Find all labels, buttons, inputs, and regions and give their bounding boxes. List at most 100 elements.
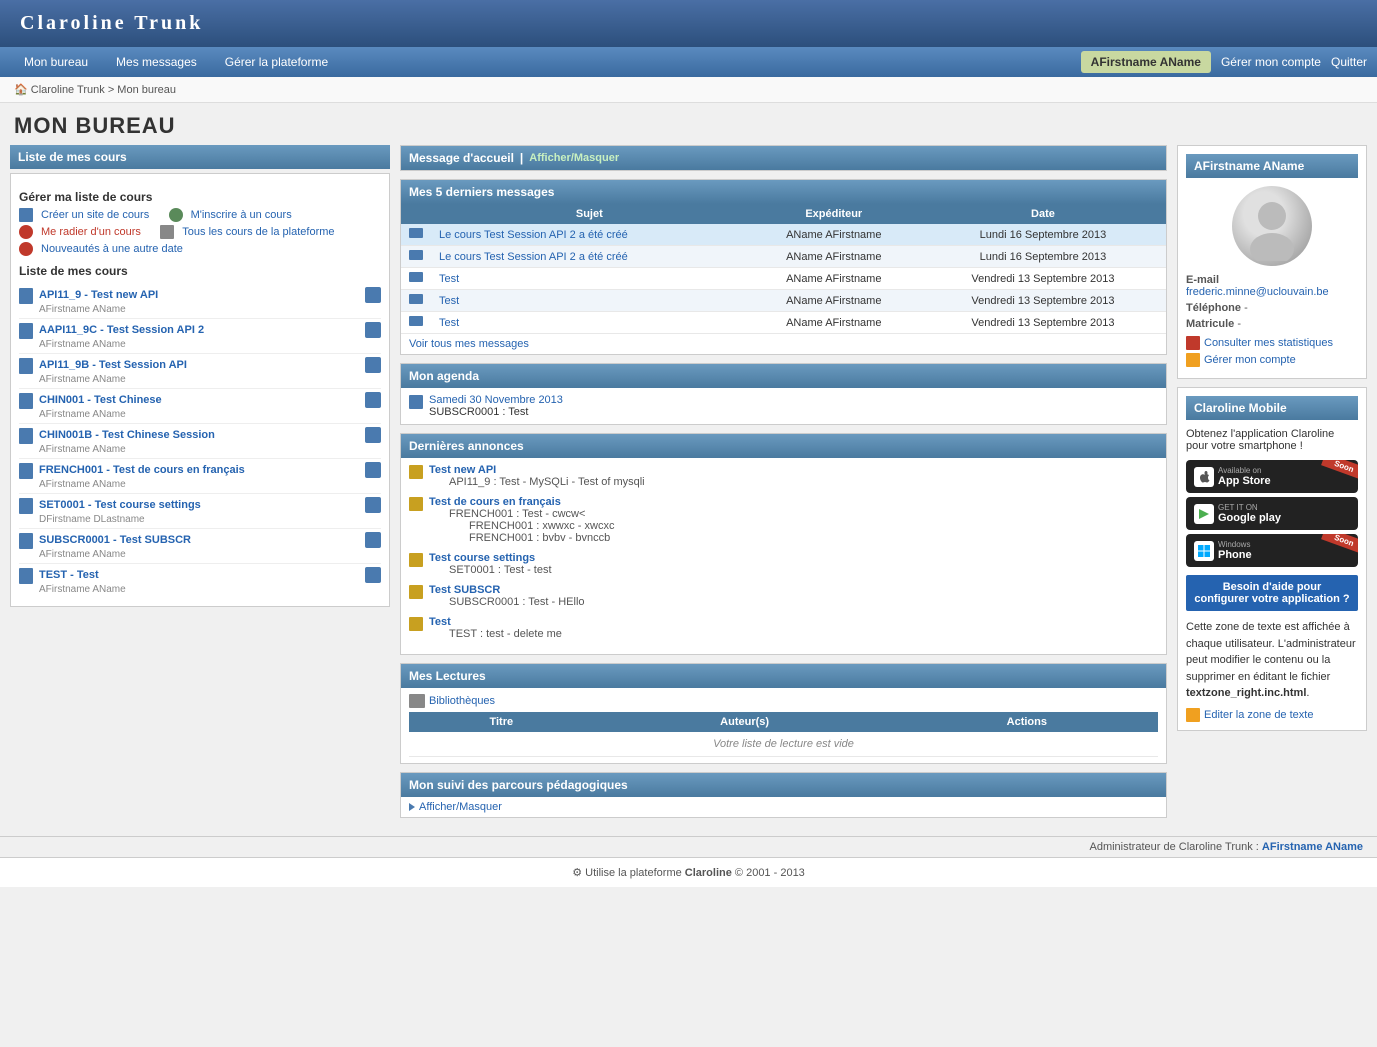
msg-subject-link-1[interactable]: Le cours Test Session API 2 a été créé (439, 251, 628, 263)
nav-left: Mon bureau Mes messages Gérer la platefo… (10, 47, 342, 77)
annonces-label: Dernières annonces (409, 439, 524, 453)
email-row: E-mail frederic.minne@uclouvain.be (1186, 274, 1358, 298)
msg-subject-link-4[interactable]: Test (439, 317, 459, 329)
see-all-messages: Voir tous mes messages (401, 334, 1166, 354)
nav-mes-messages[interactable]: Mes messages (102, 47, 211, 77)
course-title-4[interactable]: CHIN001B - Test Chinese Session (39, 429, 215, 441)
annonce-detail-3-0: SUBSCR0001 : Test - HEllo (449, 596, 585, 608)
msg-date-4: Vendredi 13 Septembre 2013 (920, 312, 1166, 334)
google-play-badge[interactable]: GET IT ON Google play (1186, 497, 1358, 530)
course-action-btn-3[interactable] (365, 392, 381, 408)
red-icon (19, 225, 33, 239)
course-action-btn-7[interactable] (365, 532, 381, 548)
msg-sender-2: AName AFirstname (748, 268, 920, 290)
user-card: AFirstname AName E-mail frederic.minne@u… (1177, 145, 1367, 379)
annonces-box: Dernières annonces Test new API API11_9 … (400, 433, 1167, 655)
toggle-link[interactable]: Afficher/Masquer (529, 152, 619, 164)
course-title-2[interactable]: API11_9B - Test Session API (39, 359, 187, 371)
lectures-label: Mes Lectures (409, 669, 486, 683)
course-action-btn-6[interactable] (365, 497, 381, 513)
edit-zone-link[interactable]: Editer la zone de texte (1186, 708, 1358, 722)
annonce-detail-1-1: FRENCH001 : xwwxc - xwcxc (469, 520, 614, 532)
app-store-badge[interactable]: Available on App Store Soon (1186, 460, 1358, 493)
annonce-title-link-0[interactable]: Test new API (429, 464, 496, 476)
msg-date-0: Lundi 16 Septembre 2013 (920, 224, 1166, 246)
create-course-row: Créer un site de cours M'inscrire à un c… (19, 208, 381, 222)
app-header: Claroline Trunk (0, 0, 1377, 47)
msg-date-1: Lundi 16 Septembre 2013 (920, 246, 1166, 268)
msg-col-subject: Sujet (431, 204, 748, 224)
stats-link[interactable]: Consulter mes statistiques (1186, 336, 1358, 350)
welcome-header: Message d'accueil | Afficher/Masquer (401, 146, 1166, 170)
course-title-6[interactable]: SET0001 - Test course settings (39, 499, 201, 511)
course-action-btn-5[interactable] (365, 462, 381, 478)
course-action-btn-0[interactable] (365, 287, 381, 303)
course-actions-6 (365, 497, 381, 513)
annonce-item: Test new API API11_9 : Test - MySQLi - T… (409, 464, 1158, 488)
inscribe-link[interactable]: M'inscrire à un cours (191, 209, 292, 221)
course-title-3[interactable]: CHIN001 - Test Chinese (39, 394, 162, 406)
lectures-header: Mes Lectures (401, 664, 1166, 688)
msg-subject-link-3[interactable]: Test (439, 295, 459, 307)
nav-manage-account[interactable]: Gérer mon compte (1221, 55, 1321, 69)
annonce-title-link-3[interactable]: Test SUBSCR (429, 584, 500, 596)
account-link[interactable]: Gérer mon compte (1186, 353, 1358, 367)
msg-col-sender: Expéditeur (748, 204, 920, 224)
matricule-value: - (1237, 318, 1241, 330)
edit-zone-icon (1186, 708, 1200, 722)
lectures-table: Titre Auteur(s) Actions Votre liste de l… (409, 712, 1158, 757)
see-all-messages-link[interactable]: Voir tous mes messages (409, 338, 529, 350)
annonce-icon-0 (409, 465, 423, 479)
agenda-date-link-0[interactable]: Samedi 30 Novembre 2013 (429, 394, 563, 406)
course-owner-6: DFirstname DLastname (39, 514, 145, 525)
msg-subject-link-2[interactable]: Test (439, 273, 459, 285)
course-action-btn-2[interactable] (365, 357, 381, 373)
nav-gerer-plateforme[interactable]: Gérer la plateforme (211, 47, 342, 77)
breadcrumb-home-icon: 🏠 (14, 84, 28, 96)
course-title-5[interactable]: FRENCH001 - Test de cours en français (39, 464, 245, 476)
msg-subject-link-0[interactable]: Le cours Test Session API 2 a été créé (439, 229, 628, 241)
all-courses-link[interactable]: Tous les cours de la plateforme (182, 226, 334, 238)
bibliotheques-link[interactable]: Bibliothèques (409, 694, 1158, 708)
news-row: Nouveautés à une autre date (19, 242, 381, 256)
nav-mon-bureau[interactable]: Mon bureau (10, 47, 102, 77)
claroline-desc: Cette zone de texte est affichée à chaqu… (1186, 619, 1358, 702)
annonce-detail-0-0: API11_9 : Test - MySQLi - Test of mysqli (449, 476, 645, 488)
message-row: Test AName AFirstname Vendredi 13 Septem… (401, 312, 1166, 334)
course-icon-6 (19, 498, 33, 514)
msg-envelope-0 (401, 224, 431, 246)
agenda-item: Samedi 30 Novembre 2013 SUBSCR0001 : Tes… (401, 388, 1166, 424)
footer-admin-name[interactable]: AFirstname AName (1262, 841, 1363, 853)
course-title-0[interactable]: API11_9 - Test new API (39, 289, 158, 301)
phone-value: - (1244, 302, 1248, 314)
help-config-button[interactable]: Besoin d'aide pour configurer votre appl… (1186, 575, 1358, 611)
annonce-title-link-2[interactable]: Test course settings (429, 552, 535, 564)
windows-phone-badge[interactable]: Windows Phone Soon (1186, 534, 1358, 567)
app-store-text: Available on App Store (1218, 466, 1350, 487)
course-title-8[interactable]: TEST - Test (39, 569, 99, 581)
agenda-header: Mon agenda (401, 364, 1166, 388)
radier-link[interactable]: Me radier d'un cours (41, 226, 141, 238)
course-icon-7 (19, 533, 33, 549)
create-course-link[interactable]: Créer un site de cours (41, 209, 149, 221)
envelope-icon-0 (409, 228, 423, 238)
news-link[interactable]: Nouveautés à une autre date (41, 243, 183, 255)
agenda-icon-0 (409, 395, 423, 409)
course-item: SET0001 - Test course settings DFirstnam… (19, 494, 381, 529)
annonce-title-link-1[interactable]: Test de cours en français (429, 496, 561, 508)
course-title-1[interactable]: AAPI11_9C - Test Session API 2 (39, 324, 204, 336)
breadcrumb-claroline-trunk[interactable]: Claroline Trunk (31, 84, 105, 96)
course-title-7[interactable]: SUBSCR0001 - Test SUBSCR (39, 534, 191, 546)
suivi-toggle-link[interactable]: Afficher/Masquer (409, 801, 1158, 813)
course-action-btn-1[interactable] (365, 322, 381, 338)
nav-quit[interactable]: Quitter (1331, 55, 1367, 69)
course-actions-4 (365, 427, 381, 443)
course-info-7: SUBSCR0001 - Test SUBSCR AFirstname ANam… (19, 532, 191, 560)
manage-header: Gérer ma liste de cours (19, 190, 381, 204)
course-actions-1 (365, 322, 381, 338)
course-action-btn-4[interactable] (365, 427, 381, 443)
course-action-btn-8[interactable] (365, 567, 381, 583)
user-actions: Consulter mes statistiques Gérer mon com… (1186, 336, 1358, 367)
email-value[interactable]: frederic.minne@uclouvain.be (1186, 286, 1329, 298)
annonce-title-link-4[interactable]: Test (429, 616, 451, 628)
